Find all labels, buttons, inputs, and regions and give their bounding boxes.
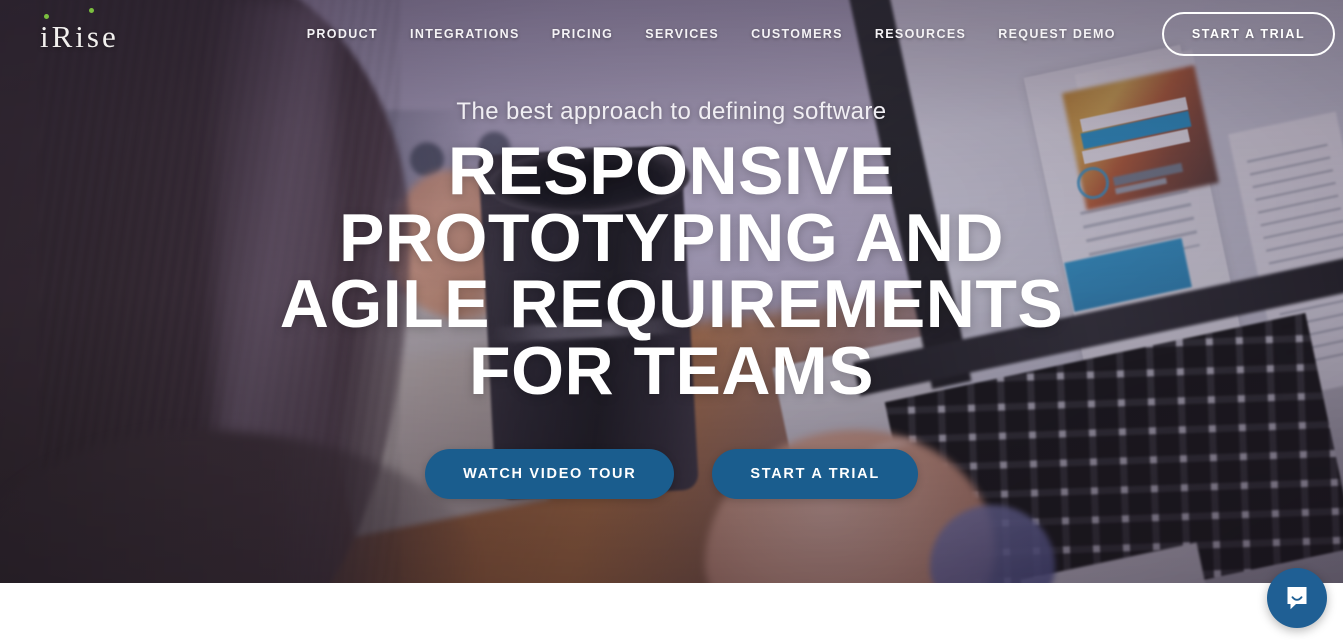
- chat-bubble-icon: [1287, 587, 1307, 610]
- hero-eyebrow: The best approach to defining software: [456, 98, 887, 125]
- nav-item-product[interactable]: PRODUCT: [291, 27, 394, 41]
- brand-logo[interactable]: iRise: [40, 8, 119, 54]
- logo-dot-left-icon: [44, 14, 49, 19]
- nav-item-integrations[interactable]: INTEGRATIONS: [394, 27, 536, 41]
- hero-headline: RESPONSIVE PROTOTYPING AND AGILE REQUIRE…: [279, 133, 1064, 409]
- chat-launcher-button[interactable]: [1267, 568, 1327, 628]
- nav-item-services[interactable]: SERVICES: [629, 27, 735, 41]
- logo-dot-right-icon: [89, 8, 94, 13]
- hero-start-trial-button[interactable]: START A TRIAL: [712, 448, 918, 499]
- hero-headline-line-2: PROTOTYPING AND: [339, 199, 1004, 276]
- brand-logo-text: iRise: [40, 19, 119, 54]
- site-header: iRise PRODUCT INTEGRATIONS PRICING SERVI…: [0, 0, 1343, 67]
- hero-cta-row: WATCH VIDEO TOUR START A TRIAL: [425, 448, 918, 499]
- hero-headline-line-4: FOR TEAMS: [469, 332, 874, 409]
- hero-section: iRise PRODUCT INTEGRATIONS PRICING SERVI…: [0, 0, 1343, 583]
- nav-item-request-demo[interactable]: REQUEST DEMO: [982, 27, 1132, 41]
- watch-video-tour-button[interactable]: WATCH VIDEO TOUR: [425, 448, 675, 499]
- header-start-trial-button[interactable]: START A TRIAL: [1161, 11, 1336, 56]
- nav-item-pricing[interactable]: PRICING: [536, 27, 630, 41]
- page-body-below-hero: [0, 583, 1343, 640]
- primary-navigation: PRODUCT INTEGRATIONS PRICING SERVICES CU…: [291, 27, 1132, 41]
- hero-headline-line-1: RESPONSIVE: [447, 133, 896, 209]
- hero-headline-line-3: AGILE REQUIREMENTS: [279, 266, 1064, 343]
- nav-item-resources[interactable]: RESOURCES: [859, 27, 982, 41]
- nav-item-customers[interactable]: CUSTOMERS: [735, 27, 859, 41]
